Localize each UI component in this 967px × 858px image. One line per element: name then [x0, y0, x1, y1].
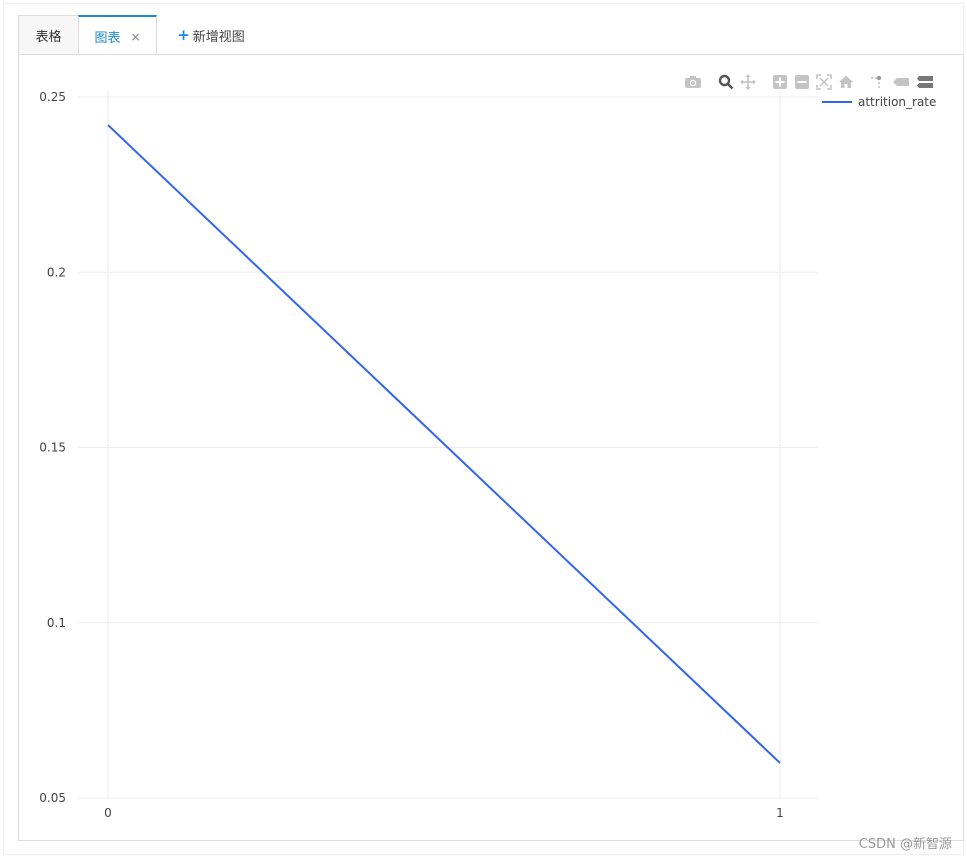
x-tick-label: 1: [776, 806, 784, 820]
spike-lines-icon[interactable]: [870, 73, 886, 91]
legend[interactable]: attrition_rate: [822, 95, 936, 109]
y-tick-label: 0.2: [47, 265, 66, 279]
zoom-out-icon[interactable]: [794, 73, 810, 91]
watermark: CSDN @新智源: [858, 837, 952, 852]
pan-icon[interactable]: [740, 73, 756, 91]
series-line: [107, 124, 781, 764]
modebar: [684, 73, 940, 91]
camera-icon[interactable]: [684, 73, 702, 91]
legend-swatch: [822, 101, 852, 103]
line-chart: 0.05 0.1 0.15 0.2 0.25 0 1: [39, 90, 818, 820]
y-tick-label: 0.25: [39, 90, 66, 104]
x-tick-label: 0: [104, 806, 112, 820]
legend-label: attrition_rate: [858, 95, 937, 109]
autoscale-icon[interactable]: [816, 73, 832, 91]
hover-compare-icon[interactable]: [916, 73, 934, 91]
y-tick-label: 0.15: [39, 441, 66, 455]
hover-closest-icon[interactable]: [892, 73, 910, 91]
zoom-in-icon[interactable]: [772, 73, 788, 91]
home-icon[interactable]: [838, 73, 854, 91]
y-tick-label: 0.05: [39, 791, 66, 805]
y-tick-label: 0.1: [47, 616, 66, 630]
zoom-icon[interactable]: [718, 73, 734, 91]
